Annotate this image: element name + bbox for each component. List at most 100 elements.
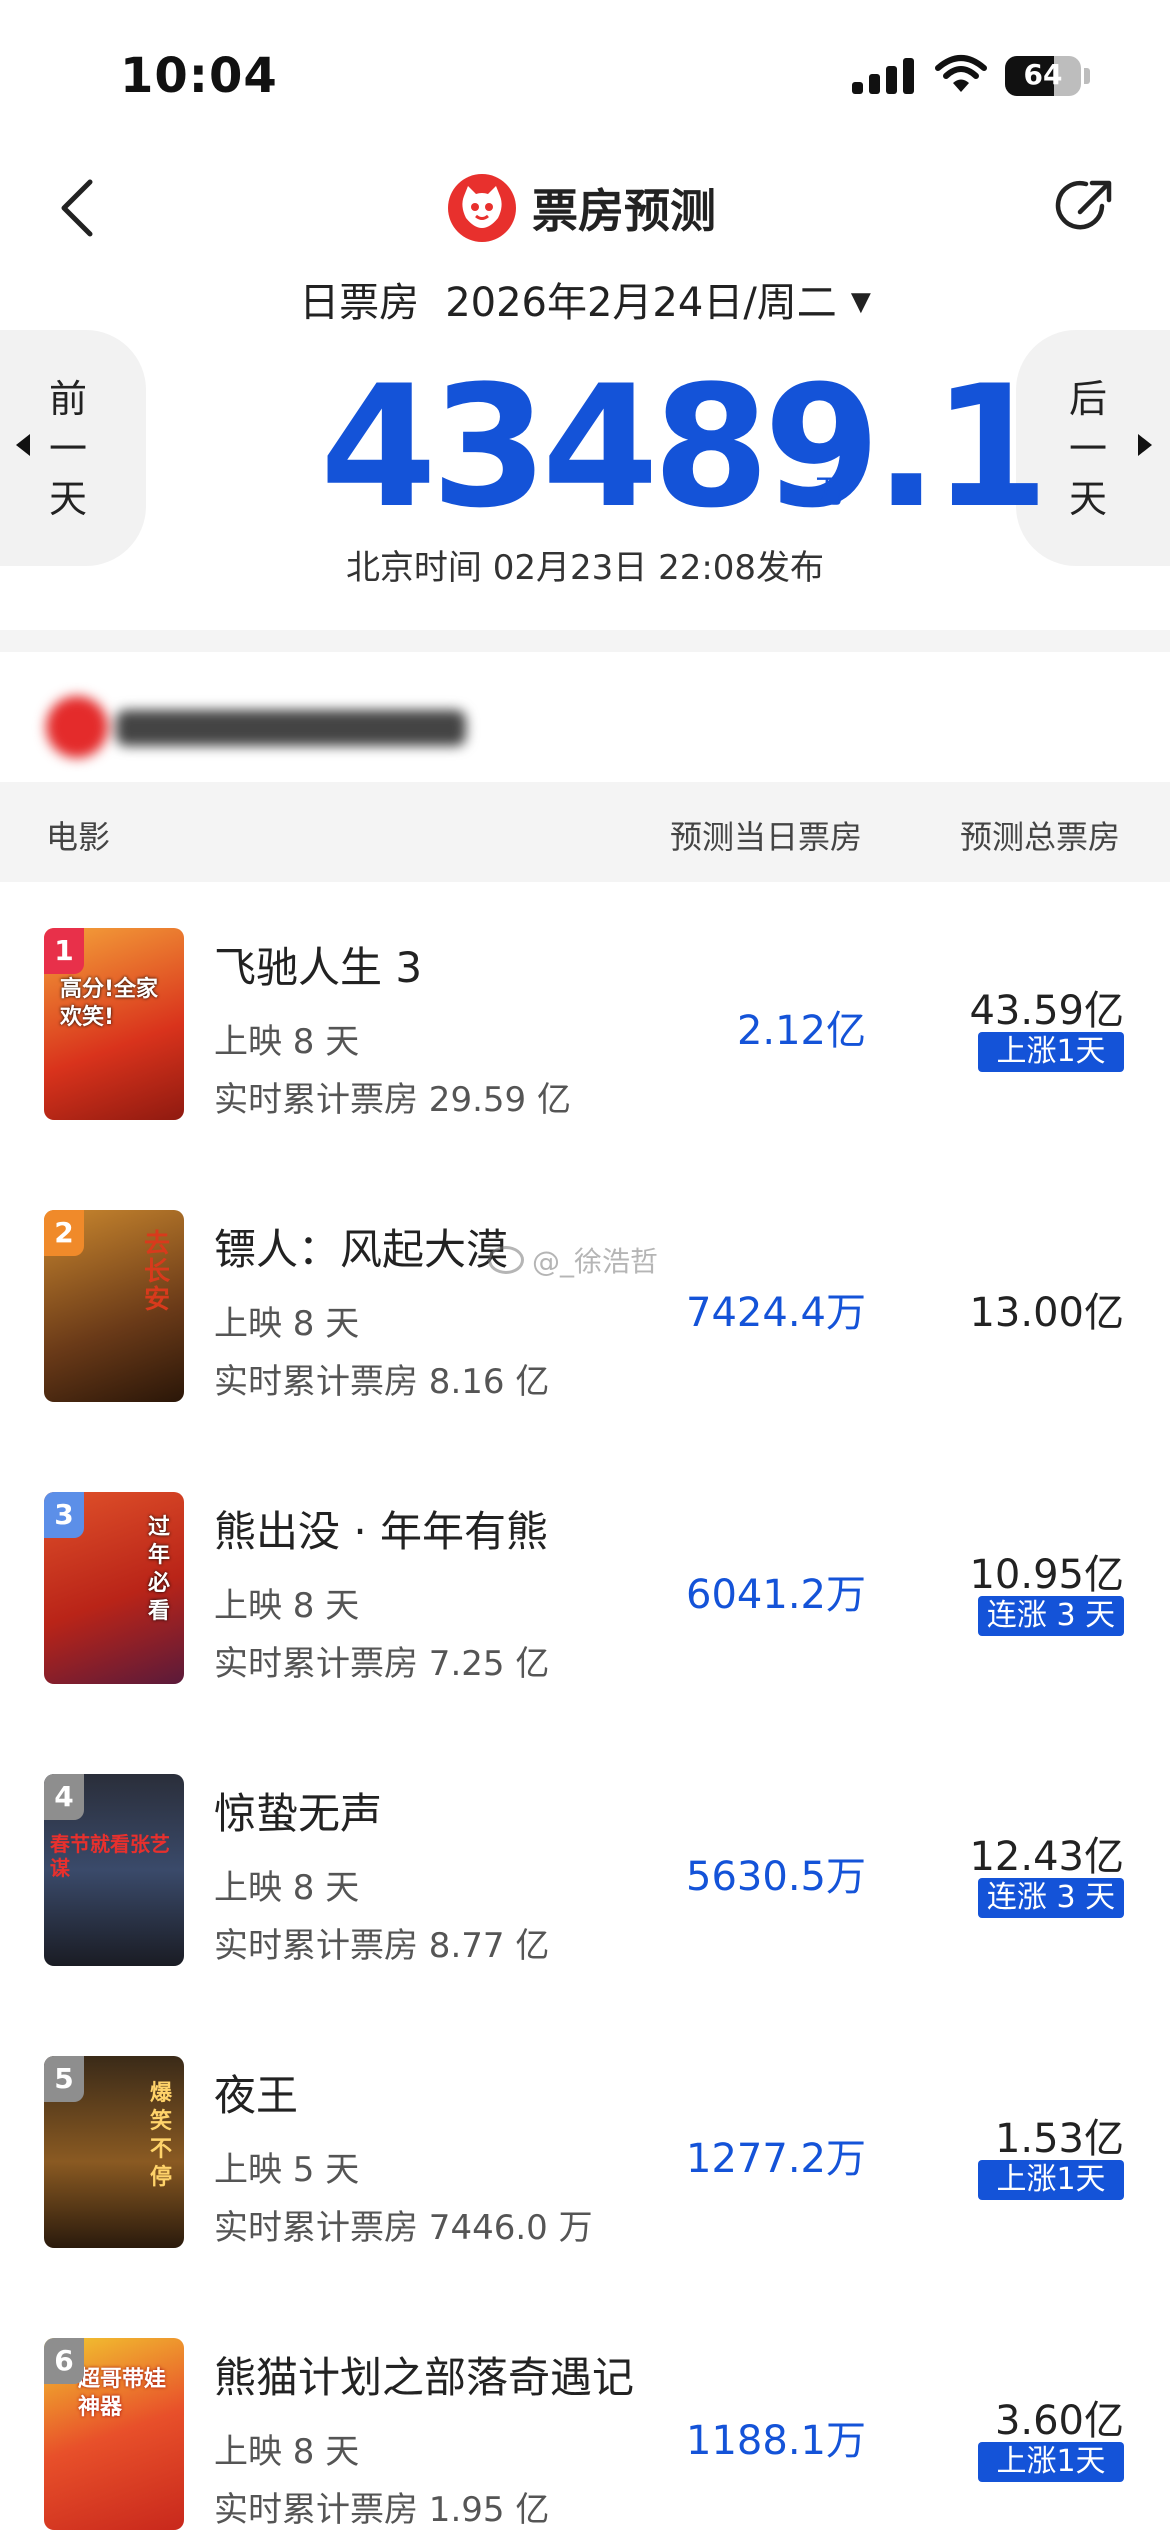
prev-label-char: 一 [48,427,87,471]
header: 票房预测 [0,150,1170,270]
watermark-text: @_徐浩哲 [532,1245,659,1278]
rank-badge: 5 [44,2056,84,2102]
back-icon[interactable] [50,176,110,240]
trend-badge: 连涨 3 天 [978,1878,1124,1918]
movie-title: 镖人：风起大漠 [214,1225,509,1274]
status-bar: 10:04 64 [0,0,1170,150]
next-label-char: 天 [1068,477,1107,521]
date-selector[interactable]: 日票房 2026年2月24日/周二 ▼ [0,270,1170,330]
today-forecast: 1277.2万 [686,2136,866,2182]
redacted-text [116,710,466,746]
cumulative-box-office: 实时累计票房 7.25 亿 [214,1644,550,1684]
today-forecast: 5630.5万 [686,1854,866,1900]
days-released: 上映 8 天 [214,1868,360,1908]
movie-row[interactable]: 爆笑不停 5 夜王 上映 5 天 实时累计票房 7446.0 万 1277.2万… [0,2010,1170,2292]
wifi-icon [935,55,987,92]
movie-title: 夜王 [214,2071,299,2120]
poster-text: 超哥带娃神器 [78,2367,167,2420]
movie-title: 熊出没 · 年年有熊 [214,1507,549,1556]
column-today-forecast[interactable]: 预测当日票房 [670,812,862,858]
poster-text: 春节就看张艺谋 [50,1832,170,1880]
movie-title: 飞驰人生 3 [214,943,423,992]
prev-day-label: 前 一 天 [46,374,90,524]
movie-row[interactable]: 去长安 2 镖人：风起大漠 上映 8 天 实时累计票房 8.16 亿 7424.… [0,1164,1170,1446]
movie-poster: 春节就看张艺谋 4 [44,1774,184,1966]
rank-badge: 1 [44,928,84,974]
cumulative-box-office: 实时累计票房 29.59 亿 [214,1080,571,1120]
section-divider [0,630,1170,652]
movie-title: 熊猫计划之部落奇遇记 [214,2353,635,2402]
redacted-icon [46,696,108,758]
today-forecast: 6041.2万 [686,1572,866,1618]
column-header: 电影 预测当日票房 预测总票房 [0,782,1170,882]
right-arrow-icon [1138,434,1152,456]
movie-poster: 超哥带娃神器 6 [44,2338,184,2530]
cumulative-box-office: 实时累计票房 8.77 亿 [214,1926,550,1966]
poster-text: 高分!全家欢笑! [60,977,159,1030]
movie-poster: 爆笑不停 5 [44,2056,184,2248]
total-box-office-value: 43489.1 [320,349,1049,545]
total-forecast: 1.53亿 [994,2116,1124,2162]
rank-badge: 6 [44,2338,84,2384]
movie-row[interactable]: 超哥带娃神器 6 熊猫计划之部落奇遇记 上映 8 天 实时累计票房 1.95 亿… [0,2292,1170,2532]
total-forecast: 10.95亿 [969,1552,1124,1598]
share-icon[interactable] [1052,172,1120,240]
total-box-office-unit: 万 [815,472,848,510]
date-value: 2026年2月24日/周二 [445,280,837,326]
next-label-char: 后 [1068,377,1107,421]
movie-row[interactable]: 春节就看张艺谋 4 惊蛰无声 上映 8 天 实时累计票房 8.77 亿 5630… [0,1728,1170,2010]
total-forecast: 3.60亿 [994,2398,1124,2444]
cumulative-box-office: 实时累计票房 8.16 亿 [214,1362,550,1402]
total-forecast: 13.00亿 [969,1290,1124,1336]
movie-row[interactable]: 高分!全家欢笑! 1 飞驰人生 3 上映 8 天 实时累计票房 29.59 亿 … [0,882,1170,1164]
rank-badge: 2 [44,1210,84,1256]
title-group: 票房预测 [448,172,716,244]
days-released: 上映 8 天 [214,1586,360,1626]
trend-badge: 上涨1天 [978,2160,1124,2200]
movie-poster: 高分!全家欢笑! 1 [44,928,184,1120]
cumulative-box-office: 实时累计票房 1.95 亿 [214,2490,550,2530]
date-type-label: 日票房 [299,280,420,326]
rank-badge: 4 [44,1774,84,1820]
poster-text: 去长安 [144,1229,171,1315]
today-forecast: 2.12亿 [736,1008,866,1054]
days-released: 上映 8 天 [214,1304,360,1344]
next-label-char: 一 [1068,427,1107,471]
battery-level: 64 [1023,58,1063,91]
publish-time: 北京时间 02月23日 22:08发布 [345,548,825,588]
cumulative-box-office: 实时累计票房 7446.0 万 [214,2208,593,2248]
dropdown-caret-icon: ▼ [850,287,871,317]
weibo-icon [488,1246,524,1274]
prev-day-button[interactable]: 前 一 天 [0,330,146,566]
today-forecast: 7424.4万 [686,1290,866,1336]
battery-cap [1084,68,1090,84]
trend-badge: 上涨1天 [978,2442,1124,2482]
days-released: 上映 5 天 [214,2150,360,2190]
next-day-label: 后 一 天 [1066,374,1110,524]
poster-text: 过年必看 [148,1515,171,1624]
days-released: 上映 8 天 [214,2432,360,2472]
total-forecast: 43.59亿 [969,988,1124,1034]
maoyan-cat-icon [448,174,516,242]
movie-poster: 去长安 2 [44,1210,184,1402]
prev-label-char: 天 [48,477,87,521]
rank-badge: 3 [44,1492,84,1538]
movie-title: 惊蛰无声 [214,1789,383,1838]
column-total-forecast[interactable]: 预测总票房 [960,812,1120,858]
movie-poster: 过年必看 3 [44,1492,184,1684]
battery-icon: 64 [1005,56,1081,96]
total-forecast: 12.43亿 [969,1834,1124,1880]
status-time: 10:04 [120,48,278,104]
movie-row[interactable]: 过年必看 3 熊出没 · 年年有熊 上映 8 天 实时累计票房 7.25 亿 6… [0,1446,1170,1728]
redacted-banner [36,690,476,760]
days-released: 上映 8 天 [214,1022,360,1062]
today-forecast: 1188.1万 [686,2418,866,2464]
trend-badge: 上涨1天 [978,1032,1124,1072]
column-movie: 电影 [46,818,111,856]
page-title: 票房预测 [532,184,716,238]
poster-text: 爆笑不停 [150,2081,173,2190]
trend-badge: 连涨 3 天 [978,1596,1124,1636]
watermark: @_徐浩哲 [488,1240,658,1280]
signal-icon [852,58,914,94]
left-arrow-icon [16,434,30,456]
